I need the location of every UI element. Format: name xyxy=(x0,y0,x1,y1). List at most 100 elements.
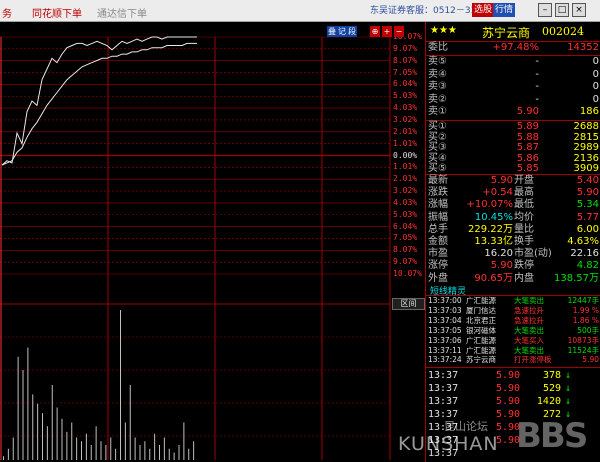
tick-volume: 529 xyxy=(542,383,561,394)
stat-label: 跌停 xyxy=(514,260,534,272)
book-level-label: 卖⑤ xyxy=(428,56,447,67)
tick-price: 5.90 xyxy=(496,383,521,394)
sell-level-row[interactable]: 卖④ - 0 xyxy=(426,69,600,81)
tick-row[interactable]: 13:37 5.90 1420 ↓ xyxy=(426,395,600,408)
tick-price: 5.90 xyxy=(496,370,521,381)
sprite-time: 13:37:03 xyxy=(428,305,462,315)
sprite-stock: 广汇能源 xyxy=(466,345,496,355)
menu-item-ths-order[interactable]: 同花顺下单 xyxy=(32,5,82,20)
close-icon[interactable]: × xyxy=(572,3,586,17)
sprite-time: 13:37:04 xyxy=(428,315,462,325)
stats-row: 振幅 10.45% 均价 5.77 xyxy=(426,212,600,224)
sell-level-row[interactable]: 卖② - 0 xyxy=(426,94,600,106)
stat-value: +0.54 xyxy=(482,187,513,199)
sprite-event: 急速拉升 xyxy=(514,315,544,325)
percent-label: 3.02% xyxy=(393,186,418,196)
chart-tool-button[interactable]: 叠 xyxy=(327,26,337,37)
price-line xyxy=(1,36,197,166)
stat-label: 涨跌 xyxy=(428,187,448,199)
sell-level-row[interactable]: 卖① 5.90 186 xyxy=(426,106,600,118)
maximize-icon[interactable]: □ xyxy=(555,3,569,17)
book-price: - xyxy=(535,68,539,80)
stat-label: 内盘 xyxy=(514,272,534,284)
sprite-header: 短线精灵 xyxy=(426,284,600,297)
stat-label: 涨幅 xyxy=(428,199,448,211)
stock-code: 002024 xyxy=(542,25,584,38)
chart-tool-button[interactable]: + xyxy=(382,26,392,37)
tick-row[interactable]: 13:37 5.90 378 ↓ xyxy=(426,369,600,382)
book-price: - xyxy=(535,81,539,92)
sprite-row[interactable]: 13:37:24 苏宁云商 打开涨停板 5.90 xyxy=(426,355,600,365)
stat-value: 5.90 xyxy=(576,187,599,199)
stats-row: 涨幅 +10.07% 最低 5.34 xyxy=(426,199,600,211)
stat-value: 229.22万 xyxy=(468,223,513,235)
percent-label: 1.01% xyxy=(393,162,418,172)
book-price: - xyxy=(535,56,539,67)
sprite-row[interactable]: 13:37:05 银河磁体 大笔卖出 500手 xyxy=(426,326,600,336)
sprite-event: 大笔卖出 xyxy=(514,296,544,305)
percent-label: 8.07% xyxy=(393,245,418,255)
stat-value: 138.57万 xyxy=(554,272,599,284)
stat-label: 振幅 xyxy=(428,211,448,223)
tick-volume: 378 xyxy=(542,370,561,381)
stat-value: 5.90 xyxy=(490,175,513,186)
stat-value: 90.65万 xyxy=(474,272,513,284)
stat-label: 最新 xyxy=(428,175,448,186)
sprite-value: 12447手 xyxy=(567,296,599,305)
down-arrow-icon: ↓ xyxy=(564,383,571,394)
percent-label: 3.02% xyxy=(393,114,418,124)
quote-button[interactable]: 行情 xyxy=(493,3,516,17)
tick-row[interactable]: 13:37 5.90 529 ↓ xyxy=(426,382,600,395)
stats-row: 总手 229.22万 量比 6.00 xyxy=(426,224,600,236)
sprite-value: 5.90 xyxy=(582,355,599,365)
stat-label: 总手 xyxy=(428,223,448,235)
sprite-row[interactable]: 13:37:11 广汇能源 大笔卖出 11524手 xyxy=(426,346,600,356)
menu-item-tdx-order[interactable]: 通达信下单 xyxy=(97,5,147,20)
forum-watermark: 昆山论坛 KUNSHAN BBS xyxy=(398,414,598,462)
stat-label: 均价 xyxy=(514,211,534,223)
intraday-chart[interactable]: 10.07% 9.07% 8.07% 7.05% 6.04% 5.03% 4.03% 3.02… xyxy=(0,22,425,462)
percent-label: 2.01% xyxy=(393,126,418,136)
stat-value: 5.90 xyxy=(490,260,513,272)
minimize-icon[interactable]: – xyxy=(538,3,552,17)
sprite-event: 大笔买入 xyxy=(514,335,544,345)
menu-bar: 务 同花顺下单 通达信下单 东吴证券客服：0512－33396280 选股 行情… xyxy=(0,0,600,22)
sprite-row[interactable]: 13:37:06 广汇能源 大笔买入 10873手 xyxy=(426,336,600,346)
sell-level-row[interactable]: 卖③ - 0 xyxy=(426,81,600,93)
range-button[interactable]: 区间 xyxy=(392,298,425,310)
percent-label: 7.05% xyxy=(393,233,418,243)
stats-row: 市盈 16.20 市盈(动) 22.16 xyxy=(426,248,600,260)
chart-tool-button[interactable]: 段 xyxy=(347,26,357,37)
chart-tool-button[interactable]: ⊕ xyxy=(370,26,380,37)
stat-value: 16.20 xyxy=(484,248,513,260)
sprite-event: 打开涨停板 xyxy=(514,355,552,365)
sprite-row[interactable]: 13:37:03 厦门信达 急速拉升 1.99 % xyxy=(426,306,600,316)
sprite-time: 13:37:24 xyxy=(428,355,462,365)
chart-tool-button[interactable]: 记 xyxy=(337,26,347,37)
sprite-event: 大笔卖出 xyxy=(514,325,544,335)
stock-picker-button[interactable]: 选股 xyxy=(472,3,495,17)
sprite-time: 13:37:06 xyxy=(428,335,462,345)
stat-value: 4.82 xyxy=(576,260,599,272)
book-level-label: 卖② xyxy=(428,93,447,105)
menu-item-trade[interactable]: 务 xyxy=(2,5,12,20)
percent-label: 4.03% xyxy=(393,103,418,113)
percent-label: 10.07% xyxy=(393,269,422,278)
book-price: 5.90 xyxy=(516,106,539,117)
sprite-row[interactable]: 13:37:00 广汇能源 大笔卖出 12447手 xyxy=(426,296,600,306)
sprite-value: 10873手 xyxy=(567,335,599,345)
sell-level-row[interactable]: 卖⑤ - 0 xyxy=(426,56,600,68)
book-level-label: 卖④ xyxy=(428,68,447,80)
tick-price: 5.90 xyxy=(496,396,521,407)
sprite-stock: 北京君正 xyxy=(466,315,496,325)
sprite-row[interactable]: 13:37:04 北京君正 急速拉升 1.86 % xyxy=(426,316,600,326)
book-volume: 0 xyxy=(592,56,599,67)
percent-label: 6.04% xyxy=(393,79,418,89)
stat-label: 换手 xyxy=(514,236,534,247)
book-level-label: 卖③ xyxy=(428,81,447,92)
chart-tool-button[interactable]: − xyxy=(394,26,404,37)
sprite-stock: 广汇能源 xyxy=(466,296,496,305)
sprite-event: 大笔卖出 xyxy=(514,345,544,355)
book-price: - xyxy=(535,93,539,105)
percent-label: 5.03% xyxy=(393,91,418,101)
